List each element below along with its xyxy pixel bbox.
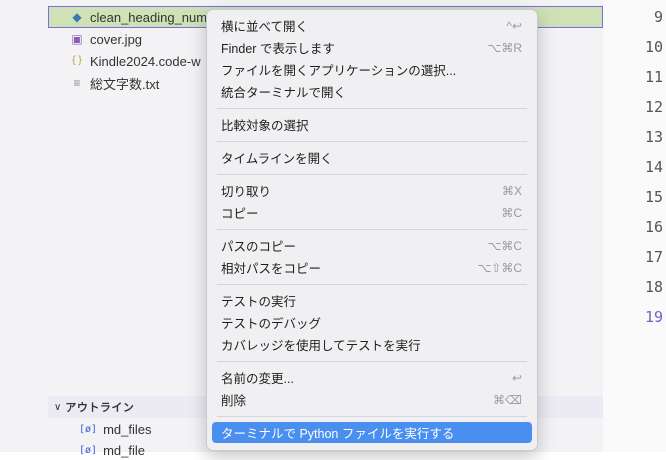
activity-bar: [0, 0, 48, 452]
outline-item-label: md_file: [103, 442, 145, 458]
line-number: 17: [644, 248, 663, 266]
menu-item-open-in-terminal[interactable]: 統合ターミナルで開く: [212, 81, 532, 102]
menu-item-run-tests[interactable]: テストの実行: [212, 290, 532, 311]
menu-item-label: ターミナルで Python ファイルを実行する: [221, 427, 455, 441]
menu-separator: [217, 229, 527, 230]
menu-item-label: タイムラインを開く: [221, 152, 333, 166]
menu-separator: [217, 141, 527, 142]
menu-item-label: カバレッジを使用してテストを実行: [221, 339, 421, 353]
menu-item-label: 名前の変更...: [221, 372, 294, 386]
outline-item-md-file[interactable]: [ø] md_file: [48, 440, 145, 460]
menu-item-label: 統合ターミナルで開く: [221, 86, 347, 100]
outline-item-label: md_files: [103, 421, 152, 437]
shortcut-label: ⌘X: [501, 183, 522, 198]
shortcut-label: ⌘C: [501, 205, 522, 220]
menu-item-open-to-side[interactable]: 横に並べて開く ^↩: [212, 15, 532, 36]
menu-item-select-for-compare[interactable]: 比較対象の選択: [212, 114, 532, 135]
line-number: 10: [644, 38, 663, 56]
menu-item-open-with[interactable]: ファイルを開くアプリケーションの選択...: [212, 59, 532, 80]
menu-item-run-python-file-in-terminal[interactable]: ターミナルで Python ファイルを実行する: [212, 422, 532, 443]
menu-item-label: 削除: [221, 394, 247, 408]
menu-item-label: Finder で表示します: [221, 42, 335, 56]
menu-item-debug-tests[interactable]: テストのデバッグ: [212, 312, 532, 333]
menu-item-copy-path[interactable]: パスのコピー ⌥⌘C: [212, 235, 532, 256]
shortcut-label: ⌥⌘C: [487, 238, 523, 253]
menu-item-label: ファイルを開くアプリケーションの選択...: [221, 64, 457, 78]
text-file-icon: ≡: [73, 76, 81, 90]
line-number: 12: [644, 98, 663, 116]
file-name: Kindle2024.code-w: [90, 53, 201, 69]
line-number: 9: [653, 8, 663, 26]
menu-item-run-tests-with-coverage[interactable]: カバレッジを使用してテストを実行: [212, 334, 532, 355]
file-name: clean_heading_num: [90, 9, 208, 25]
outline-item-md-files[interactable]: [ø] md_files: [48, 419, 151, 439]
line-number: 18: [644, 278, 663, 296]
chevron-down-icon: ∨: [54, 401, 62, 413]
file-name: 総文字数.txt: [90, 76, 160, 92]
shortcut-label: ⌥⌘R: [487, 40, 523, 55]
menu-item-label: テストのデバッグ: [221, 317, 322, 331]
menu-item-label: 横に並べて開く: [221, 20, 309, 34]
variable-icon: [ø]: [79, 423, 98, 435]
menu-item-copy[interactable]: コピー ⌘C: [212, 202, 532, 223]
variable-icon: [ø]: [79, 444, 98, 456]
image-icon: ▣: [71, 32, 83, 46]
menu-separator: [217, 361, 527, 362]
shortcut-label: ^↩: [506, 18, 522, 33]
menu-item-cut[interactable]: 切り取り ⌘X: [212, 180, 532, 201]
menu-item-copy-relative-path[interactable]: 相対パスをコピー ⌥⇧⌘C: [212, 257, 532, 278]
menu-item-label: 相対パスをコピー: [221, 262, 322, 276]
editor-line-gutter: 9 10 11 12 13 14 15 16 17 18 19: [603, 0, 666, 452]
python-icon: ◆: [72, 10, 82, 24]
outline-title: アウトライン: [65, 402, 135, 414]
menu-item-reveal-in-finder[interactable]: Finder で表示します ⌥⌘R: [212, 37, 532, 58]
file-name: cover.jpg: [90, 31, 143, 47]
line-number: 15: [644, 188, 663, 206]
shortcut-label: ⌘⌫: [493, 392, 522, 407]
shortcut-label: ↩: [511, 370, 522, 385]
menu-item-rename[interactable]: 名前の変更... ↩: [212, 367, 532, 388]
menu-item-label: パスのコピー: [221, 240, 297, 254]
menu-item-open-timeline[interactable]: タイムラインを開く: [212, 147, 532, 168]
line-number: 14: [644, 158, 663, 176]
line-number: 16: [644, 218, 663, 236]
menu-separator: [217, 108, 527, 109]
menu-separator: [217, 416, 527, 417]
shortcut-label: ⌥⇧⌘C: [477, 260, 522, 275]
menu-separator: [217, 284, 527, 285]
menu-item-label: 切り取り: [221, 185, 272, 199]
json-braces-icon: { }: [72, 55, 82, 66]
menu-item-label: 比較対象の選択: [221, 119, 309, 133]
context-menu: 横に並べて開く ^↩ Finder で表示します ⌥⌘R ファイルを開くアプリケ…: [206, 9, 538, 451]
menu-item-label: テストの実行: [221, 295, 297, 309]
line-number: 11: [644, 68, 663, 86]
menu-item-delete[interactable]: 削除 ⌘⌫: [212, 389, 532, 410]
line-number-current: 19: [644, 308, 663, 326]
menu-item-label: コピー: [221, 207, 259, 221]
menu-separator: [217, 174, 527, 175]
line-number: 13: [644, 128, 663, 146]
